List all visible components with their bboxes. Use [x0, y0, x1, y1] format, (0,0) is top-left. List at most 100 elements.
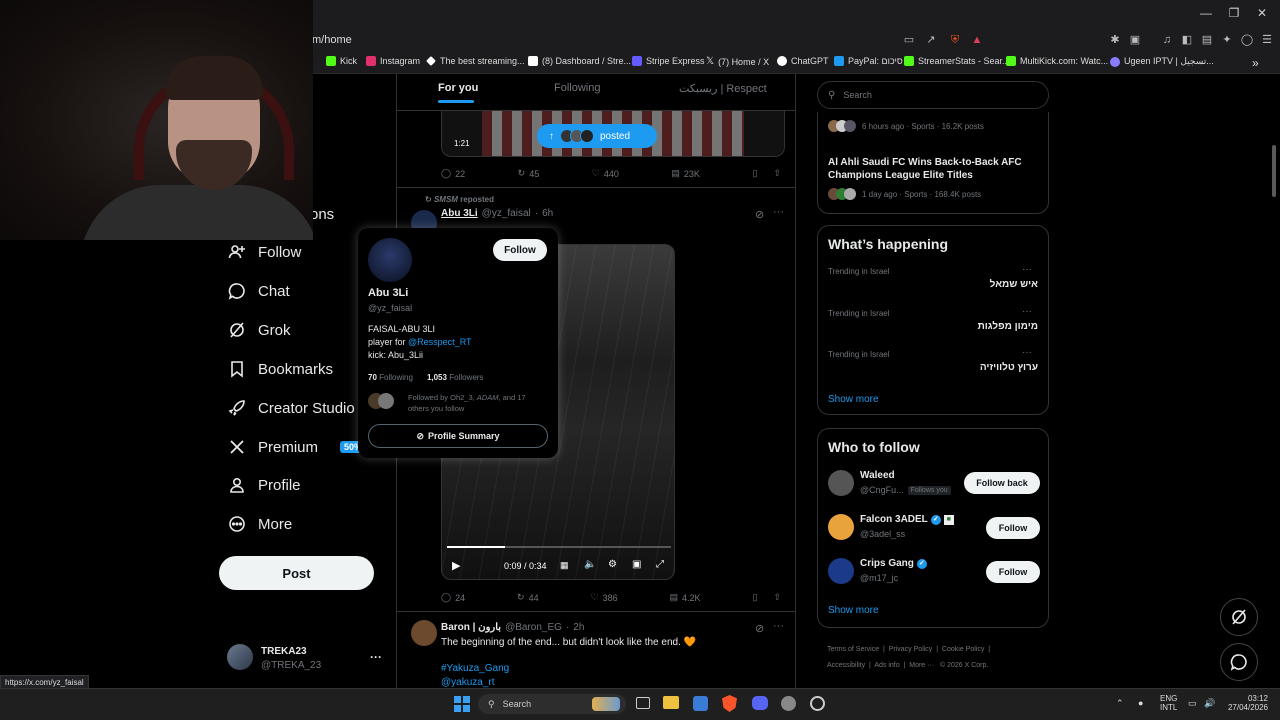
bookmark-paypal[interactable]: PayPal: סיכום	[834, 56, 903, 66]
extensions-icon[interactable]: ✱	[1108, 33, 1122, 47]
reply-button[interactable]: ◯ 24	[441, 592, 465, 603]
author-name[interactable]: Baron | بارون	[441, 622, 501, 633]
avatar[interactable]	[828, 470, 854, 496]
url-text[interactable]: m/home	[312, 34, 352, 46]
more-bookmarks-icon[interactable]: »	[1252, 56, 1259, 70]
user-name[interactable]: Waleed	[860, 470, 895, 481]
sidebar-icon[interactable]: ◧	[1180, 33, 1194, 47]
trend-topic[interactable]: ערוץ טלוויזיה	[980, 362, 1038, 373]
post-time[interactable]: 6h	[542, 208, 553, 219]
nav-item-profile[interactable]: Profile	[228, 476, 301, 494]
bookmark-multikick[interactable]: MultiKick.com: Watc...	[1006, 56, 1108, 66]
leo-icon[interactable]: ✦	[1220, 33, 1234, 47]
nav-item-partial[interactable]: ons	[310, 206, 334, 223]
share-icon[interactable]: ⇧	[773, 592, 781, 603]
tab-for-you[interactable]: For you	[438, 82, 478, 94]
avatar[interactable]	[411, 620, 437, 646]
grok-icon[interactable]: ⊘	[755, 208, 764, 221]
tray-chevron-icon[interactable]: ⌃	[1116, 698, 1124, 709]
news-title[interactable]: Al Ahli Saudi FC Wins Back-to-Back AFC C…	[828, 156, 1038, 182]
bookmark-stripe[interactable]: Stripe Express	[632, 56, 705, 66]
avatar[interactable]	[368, 238, 412, 282]
like-button[interactable]: ♡ 440	[592, 168, 619, 179]
store-icon[interactable]	[693, 696, 708, 711]
speaker-icon[interactable]: 🔊	[1204, 698, 1215, 709]
play-icon[interactable]: ▶	[452, 559, 460, 572]
pip-icon[interactable]: ▣	[632, 559, 641, 570]
language-indicator[interactable]: ENG INTL	[1160, 694, 1177, 712]
brave-rewards-icon[interactable]: ▲	[970, 33, 984, 47]
post-time[interactable]: 2h	[573, 622, 584, 633]
volume-icon[interactable]: 🔈	[584, 559, 596, 570]
show-more-link[interactable]: Show more	[828, 394, 879, 405]
trend-more-icon[interactable]: ···	[1022, 306, 1032, 317]
bookmark-x-home[interactable]: 𝕏 (7) Home / X	[706, 56, 769, 67]
follow-button[interactable]: Follow	[493, 239, 547, 261]
file-explorer-icon[interactable]	[663, 696, 679, 709]
cast-icon[interactable]: ▭	[902, 33, 916, 47]
bookmark-streamerstats[interactable]: StreamerStats - Sear...	[904, 56, 1010, 66]
repost-button[interactable]: ↻ 45	[518, 168, 540, 179]
trend-more-icon[interactable]: ···	[1022, 264, 1032, 275]
hashtag-link[interactable]: #Yakuza_Gang	[441, 663, 509, 674]
tab-icon[interactable]: ▣	[1128, 33, 1142, 47]
music-icon[interactable]: ♫	[1160, 33, 1174, 47]
views-button[interactable]: ▤ 23K	[671, 168, 700, 179]
footer-link[interactable]: More ···	[909, 662, 934, 669]
mention-link[interactable]: @yakuza_rt	[441, 677, 495, 688]
bookmark-instagram[interactable]: Instagram	[366, 56, 420, 66]
discord-icon[interactable]	[752, 696, 768, 710]
bookmark-ugeen[interactable]: Ugeen IPTV | تسجيل...	[1110, 56, 1214, 67]
account-more-icon[interactable]: ···	[370, 650, 382, 664]
nav-item-creator-studio[interactable]: Creator Studio	[228, 399, 355, 417]
followers-stat[interactable]: 1,053 Followers	[427, 373, 484, 382]
bookmark-streaming[interactable]: The best streaming...	[426, 56, 525, 66]
author-handle[interactable]: @Baron_EG	[505, 622, 562, 633]
minimize-icon[interactable]: —	[1196, 6, 1216, 20]
avatar[interactable]	[227, 644, 253, 670]
footer-link[interactable]: Accessibility	[827, 662, 865, 669]
network-icon[interactable]: ▭	[1188, 698, 1197, 709]
follow-button[interactable]: Follow	[986, 517, 1040, 539]
tab-following[interactable]: Following	[554, 82, 600, 94]
reply-button[interactable]: ◯ 22	[441, 168, 465, 179]
user-name[interactable]: Crips Gang	[860, 558, 914, 569]
author-name[interactable]: Abu 3Li	[441, 208, 478, 219]
vpn-icon[interactable]: ◯	[1240, 33, 1254, 47]
nav-item-chat[interactable]: Chat	[228, 282, 290, 300]
bookmark-dashboard[interactable]: (8) Dashboard / Stre...	[528, 56, 631, 66]
following-stat[interactable]: 70 Following	[368, 373, 413, 382]
messages-float-button[interactable]	[1220, 643, 1258, 681]
obs-icon[interactable]	[810, 696, 825, 711]
bookmark-chatgpt[interactable]: ChatGPT	[777, 56, 829, 66]
close-window-icon[interactable]: ✕	[1252, 6, 1272, 20]
task-view-icon[interactable]	[636, 697, 650, 709]
windows-start-icon[interactable]	[454, 696, 470, 712]
clock[interactable]: 03:12 27/04/2026	[1224, 694, 1268, 712]
video-progress-track[interactable]	[447, 546, 671, 548]
nav-item-grok[interactable]: Grok	[228, 321, 291, 339]
bookmark-button[interactable]: ▯ ⇧	[752, 168, 781, 179]
new-posts-pill[interactable]: ↑ posted	[537, 124, 657, 148]
trend-more-icon[interactable]: ···	[1022, 347, 1032, 358]
wallet-icon[interactable]: ▤	[1200, 33, 1214, 47]
nav-item-more[interactable]: More	[228, 515, 292, 533]
search-box[interactable]: ⚲ Search	[817, 81, 1049, 109]
follow-back-button[interactable]: Follow back	[964, 472, 1040, 494]
footer-link[interactable]: Privacy Policy	[889, 646, 933, 653]
footer-link[interactable]: Cookie Policy	[942, 646, 984, 653]
profile-name[interactable]: Abu 3Li	[368, 287, 408, 299]
footer-link[interactable]: Terms of Service	[827, 646, 879, 653]
scrollbar-thumb[interactable]	[1272, 145, 1276, 197]
news-item[interactable]: 6 hours ago · Sports · 16.2K posts	[828, 120, 984, 132]
profile-summary-button[interactable]: ⊘ Profile Summary	[368, 424, 548, 448]
author-handle[interactable]: @yz_faisal	[482, 208, 531, 219]
fullscreen-icon[interactable]: ⤢	[656, 559, 664, 570]
nav-item-follow[interactable]: Follow	[228, 243, 301, 261]
trend-topic[interactable]: איש שמאל	[990, 279, 1038, 290]
nav-item-bookmarks[interactable]: Bookmarks	[228, 360, 333, 378]
trend-topic[interactable]: מימון מפלגות	[978, 321, 1038, 332]
follow-button[interactable]: Follow	[986, 561, 1040, 583]
tab-respect[interactable]: ريسبكت | Respect	[679, 82, 767, 95]
views-button[interactable]: ▤ 4.2K	[670, 592, 701, 603]
